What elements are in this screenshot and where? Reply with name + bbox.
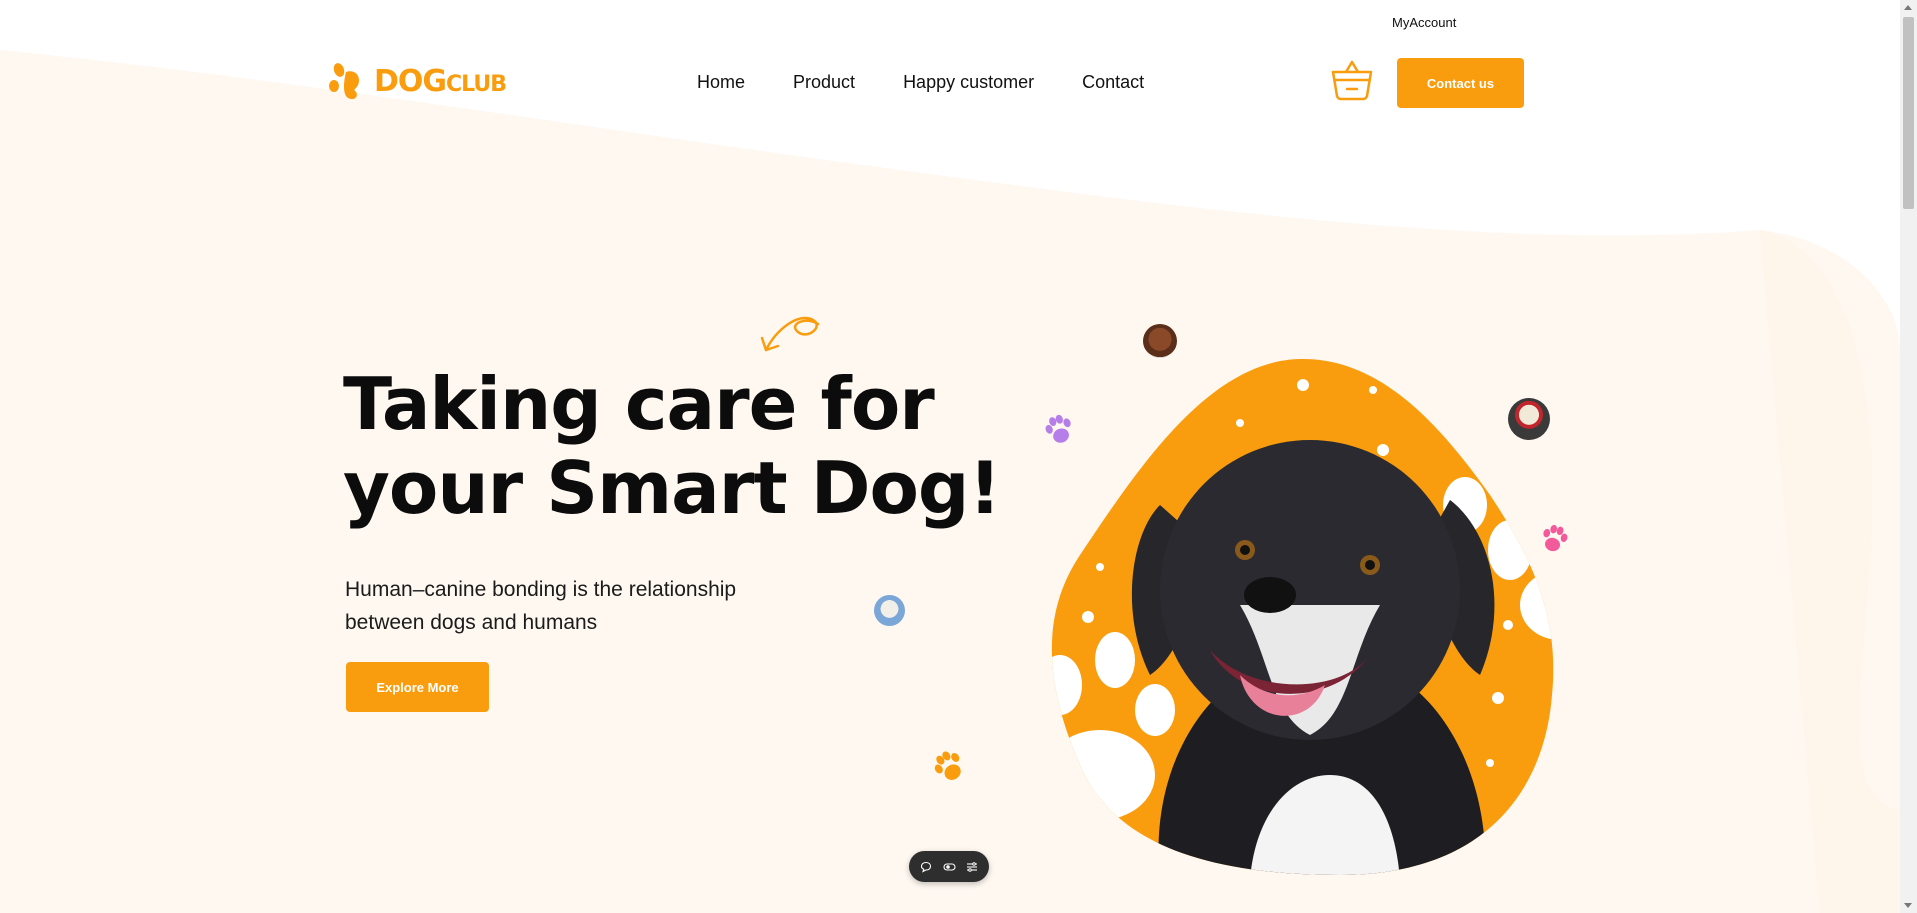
site-header: DOGCLUB Home Product Happy customer Cont… xyxy=(0,0,1900,140)
page-scrollbar[interactable] xyxy=(1900,0,1917,913)
hero-title-line-2: your Smart Dog! xyxy=(343,446,1001,530)
nav-product[interactable]: Product xyxy=(793,72,855,93)
scroll-up-arrow-icon[interactable] xyxy=(1904,5,1912,10)
floating-toolbar xyxy=(909,851,989,882)
paw-pink-icon xyxy=(1543,524,1568,552)
curly-arrow-icon xyxy=(760,317,820,352)
settings-icon[interactable] xyxy=(966,861,978,873)
nav-contact[interactable]: Contact xyxy=(1082,72,1144,93)
hero-title: Taking care for your Smart Dog! xyxy=(343,362,1001,530)
paw-orange-icon xyxy=(934,751,961,780)
contact-us-button[interactable]: Contact us xyxy=(1397,58,1524,108)
main-nav: Home Product Happy customer Contact xyxy=(697,72,1144,93)
dog-avatar-brown xyxy=(1143,324,1177,358)
nav-home[interactable]: Home xyxy=(697,72,745,93)
nav-happy-customer[interactable]: Happy customer xyxy=(903,72,1034,93)
hero-subtitle: Human–canine bonding is the relationship… xyxy=(345,578,737,634)
logo-text: DOGCLUB xyxy=(374,63,507,99)
scroll-thumb[interactable] xyxy=(1903,17,1914,209)
chat-icon[interactable] xyxy=(920,861,932,873)
paw-purple-icon xyxy=(1045,414,1071,443)
logo[interactable]: DOGCLUB xyxy=(328,60,507,102)
hero-title-line-1: Taking care for xyxy=(343,362,935,446)
hero-dog-image xyxy=(1051,358,1554,876)
dog-avatar-blue xyxy=(874,595,905,626)
explore-more-button[interactable]: Explore More xyxy=(346,662,489,712)
basket-icon[interactable] xyxy=(1330,58,1374,102)
toggle-icon[interactable] xyxy=(942,861,956,873)
dog-avatar-red-scarf xyxy=(1508,398,1550,440)
scroll-down-arrow-icon[interactable] xyxy=(1904,903,1912,908)
paw-logo-icon xyxy=(329,63,360,100)
